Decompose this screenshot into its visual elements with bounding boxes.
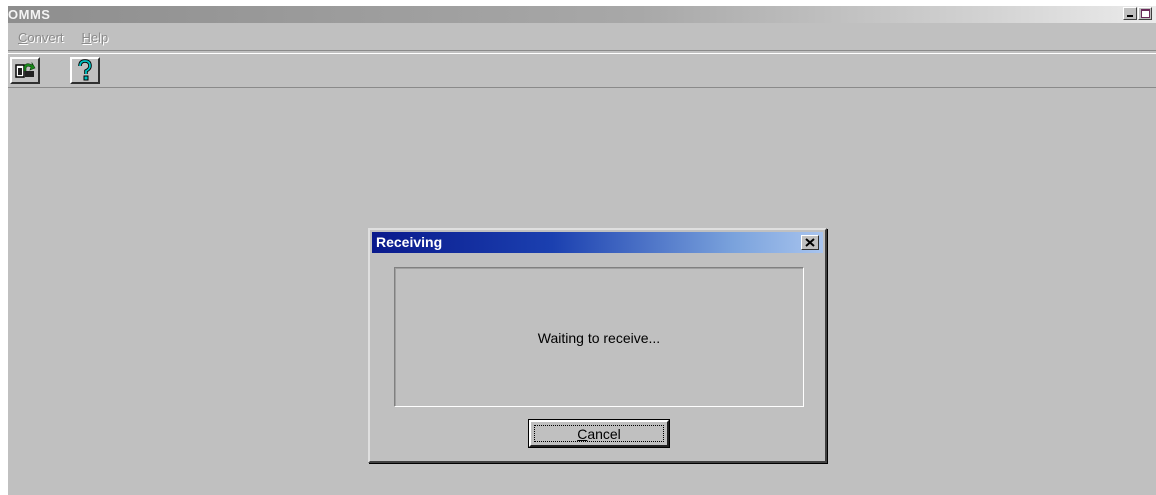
menu-help[interactable]: Help bbox=[82, 30, 109, 45]
message-panel: Waiting to receive... bbox=[394, 267, 804, 407]
convert-icon bbox=[15, 61, 36, 78]
receiving-dialog: Receiving Waiting to receive... Cancel bbox=[368, 228, 827, 463]
status-message: Waiting to receive... bbox=[537, 330, 661, 346]
menu-convert[interactable]: Convert bbox=[18, 30, 64, 45]
app-title: OMMS bbox=[8, 7, 51, 22]
minimize-button[interactable] bbox=[1123, 7, 1137, 20]
menu-convert-accel: C bbox=[18, 30, 28, 45]
close-icon bbox=[805, 238, 815, 247]
dialog-titlebar[interactable]: Receiving bbox=[372, 232, 823, 253]
cancel-accel: C bbox=[577, 425, 588, 442]
menu-help-label: elp bbox=[90, 30, 109, 45]
menu-bar: Convert Help bbox=[8, 25, 1156, 51]
minimize-icon bbox=[1127, 15, 1133, 17]
menu-help-accel: H bbox=[81, 30, 91, 45]
app-titlebar[interactable]: OMMS bbox=[8, 6, 1156, 23]
cancel-button-focus: Cancel bbox=[534, 425, 664, 442]
help-tool-button[interactable] bbox=[70, 57, 100, 84]
dialog-close-button[interactable] bbox=[801, 235, 819, 250]
convert-tool-button[interactable] bbox=[10, 57, 40, 84]
toolbar bbox=[8, 53, 1156, 88]
menu-convert-label: onvert bbox=[27, 30, 64, 45]
cancel-label: ancel bbox=[587, 425, 621, 442]
maximize-button[interactable] bbox=[1138, 7, 1152, 20]
dialog-title: Receiving bbox=[376, 234, 443, 250]
help-icon bbox=[78, 59, 92, 81]
maximize-icon bbox=[1141, 9, 1150, 18]
window-controls bbox=[1123, 7, 1152, 22]
cancel-button[interactable]: Cancel bbox=[529, 420, 669, 447]
